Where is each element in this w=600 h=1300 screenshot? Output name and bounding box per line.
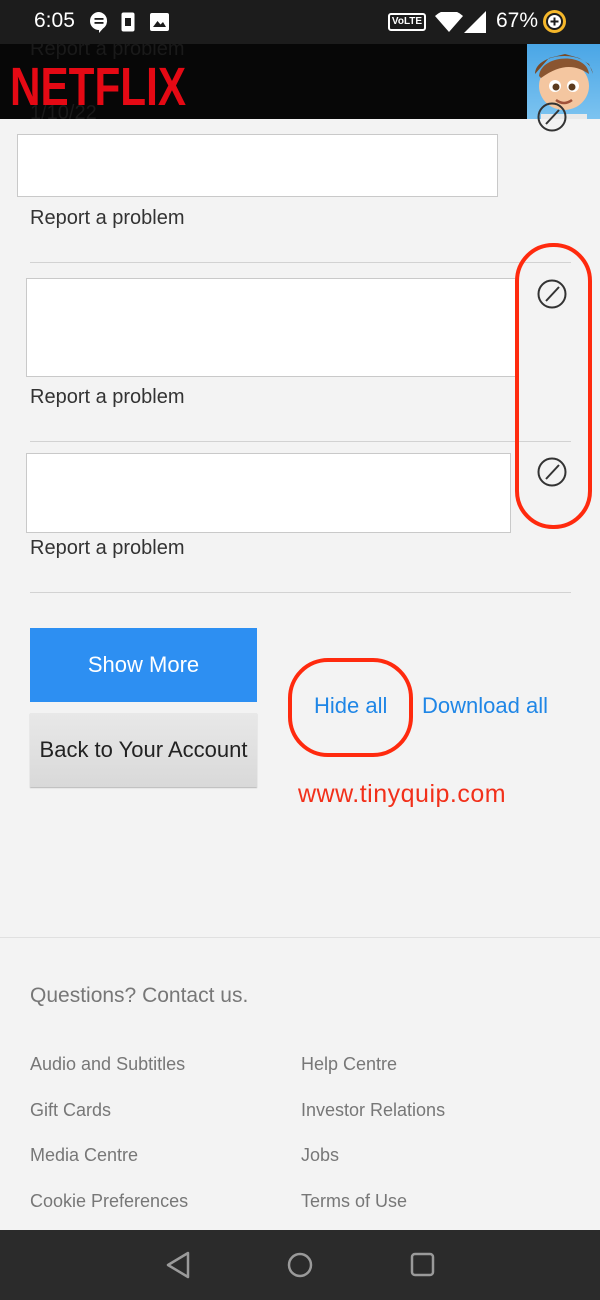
footer-link-cookie-preferences[interactable]: Cookie Preferences — [30, 1191, 188, 1212]
back-triangle-icon[interactable] — [164, 1250, 192, 1280]
divider — [30, 592, 571, 593]
battery-saver-icon — [543, 10, 566, 33]
title-thumbnail[interactable] — [17, 134, 498, 197]
footer-link-terms-of-use[interactable]: Terms of Use — [301, 1191, 407, 1212]
footer-link-investor-relations[interactable]: Investor Relations — [301, 1100, 445, 1121]
download-all-link[interactable]: Download all — [422, 693, 548, 719]
netflix-logo[interactable]: NETFLIX — [8, 58, 188, 112]
wifi-icon — [435, 12, 463, 32]
battery-percentage: 67% — [496, 9, 539, 32]
report-problem-link[interactable]: Report a problem — [30, 207, 185, 230]
home-circle-icon[interactable] — [286, 1250, 314, 1280]
annotation-hide-icons-highlight — [515, 243, 592, 529]
annotation-hide-all-highlight — [288, 658, 413, 757]
hide-from-history-icon[interactable] — [537, 102, 567, 132]
volte-badge: VoLTE — [388, 13, 426, 31]
footer-link-gift-cards[interactable]: Gift Cards — [30, 1100, 111, 1121]
footer-link-audio-subtitles[interactable]: Audio and Subtitles — [30, 1054, 185, 1075]
chat-bubble-icon — [90, 12, 108, 33]
footer-link-help-centre[interactable]: Help Centre — [301, 1054, 397, 1075]
report-problem-link[interactable]: Report a problem — [30, 537, 185, 560]
back-to-account-button[interactable]: Back to Your Account — [30, 713, 257, 787]
signal-icon — [464, 11, 486, 33]
divider — [30, 262, 571, 263]
sim-icon — [121, 12, 135, 32]
show-more-button[interactable]: Show More — [30, 628, 257, 702]
app-header: Report a problem 1/10/22 NETFLIX — [0, 44, 600, 119]
title-thumbnail[interactable] — [26, 453, 511, 533]
divider — [30, 441, 571, 442]
title-thumbnail[interactable] — [26, 278, 516, 377]
status-bar: 6:05 VoLTE 67% — [0, 0, 600, 44]
footer-link-jobs[interactable]: Jobs — [301, 1145, 339, 1166]
footer-link-media-centre[interactable]: Media Centre — [30, 1145, 138, 1166]
status-time: 6:05 — [34, 9, 75, 32]
contact-us-link[interactable]: Questions? Contact us. — [30, 984, 248, 1008]
netflix-logo-text: NETFLIX — [10, 58, 186, 112]
footer-divider — [0, 937, 600, 938]
watermark-text: www.tinyquip.com — [298, 780, 507, 808]
navigation-bar — [0, 1230, 600, 1300]
image-icon — [150, 13, 169, 31]
report-problem-link[interactable]: Report a problem — [30, 386, 185, 409]
recents-square-icon[interactable] — [409, 1250, 437, 1280]
